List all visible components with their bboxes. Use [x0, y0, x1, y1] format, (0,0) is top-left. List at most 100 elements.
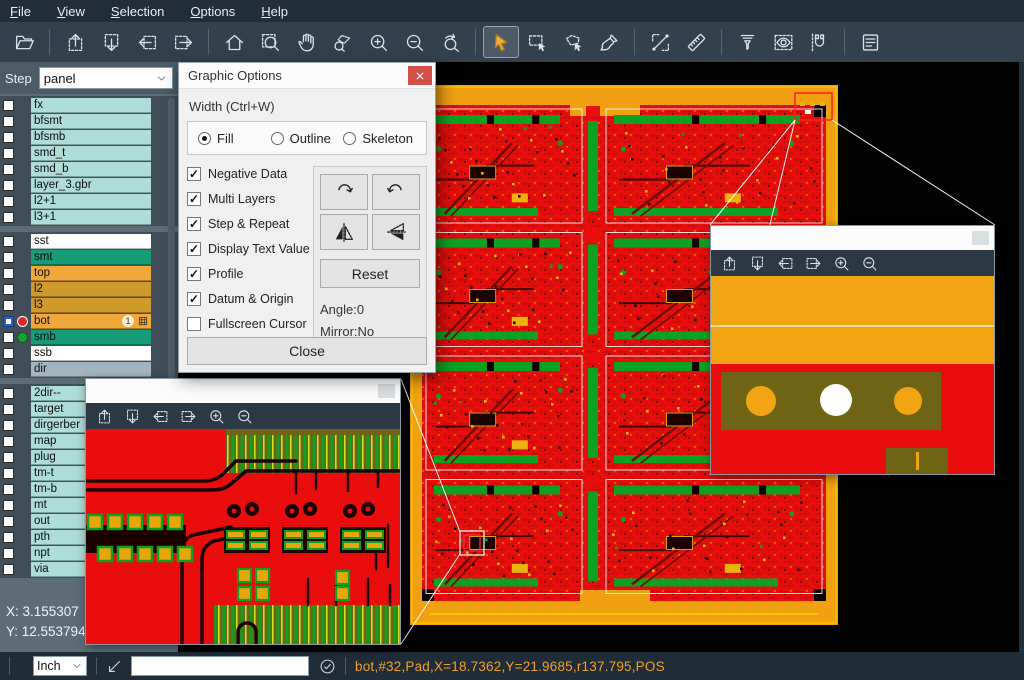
layer-chip-l2[interactable]: l2 — [31, 282, 151, 297]
snap-button[interactable] — [802, 27, 836, 57]
radio-outline[interactable]: Outline — [271, 131, 344, 146]
zoom-previous-button[interactable] — [433, 27, 467, 57]
rotate-cw-button[interactable] — [320, 174, 368, 210]
pan-down-button[interactable] — [94, 27, 128, 57]
pan-down-button[interactable] — [744, 252, 770, 274]
zoom-in-button[interactable] — [828, 252, 854, 274]
pan-up-button[interactable] — [91, 405, 117, 427]
clean-button[interactable] — [592, 27, 626, 57]
checkbox[interactable]: ✓ — [187, 267, 201, 281]
filter-button[interactable] — [730, 27, 764, 57]
poly-select-button[interactable] — [556, 27, 590, 57]
layer-checkbox[interactable] — [3, 148, 14, 159]
layer-chip-dir[interactable]: dir — [31, 362, 151, 377]
checkbox[interactable]: ✓ — [187, 192, 201, 206]
magnifier-1-window-button[interactable] — [378, 384, 395, 398]
layer-chip-smb[interactable]: smb — [31, 330, 151, 345]
layer-checkbox[interactable] — [3, 316, 14, 327]
radio-skeleton[interactable]: Skeleton — [343, 131, 416, 146]
layer-checkbox[interactable] — [3, 300, 14, 311]
canvas-scrollbar[interactable] — [1019, 62, 1024, 652]
zoom-out-button[interactable] — [231, 405, 257, 427]
magnifier-2-window-button[interactable] — [972, 231, 989, 245]
layer-checkbox[interactable] — [3, 532, 14, 543]
menu-selection[interactable]: Selection — [111, 4, 164, 19]
pan-right-button[interactable] — [800, 252, 826, 274]
rect-select-button[interactable] — [520, 27, 554, 57]
zoom-out-button[interactable] — [397, 27, 431, 57]
menu-help[interactable]: Help — [261, 4, 288, 19]
magnifier-2-view[interactable] — [711, 276, 994, 474]
layer-checkbox[interactable] — [3, 180, 14, 191]
layer-checkbox[interactable] — [3, 116, 14, 127]
step-select[interactable]: panel — [39, 67, 173, 89]
layer-chip-bfsmb[interactable]: bfsmb — [31, 130, 151, 145]
layer-chip-l2+1[interactable]: l2+1 — [31, 194, 151, 209]
checkbox[interactable]: ✓ — [187, 167, 201, 181]
radio-fill[interactable]: Fill — [198, 131, 271, 146]
checkbox[interactable]: ✓ — [187, 242, 201, 256]
layer-chip-l3+1[interactable]: l3+1 — [31, 210, 151, 225]
layer-checkbox[interactable] — [3, 436, 14, 447]
checkbox-row-profile[interactable]: ✓Profile — [187, 266, 311, 282]
checkbox-row-datum-origin[interactable]: ✓Datum & Origin — [187, 291, 311, 307]
checkbox-row-display-text-value[interactable]: ✓Display Text Value — [187, 241, 311, 257]
menu-view[interactable]: View — [57, 4, 85, 19]
layer-chip-top[interactable]: top — [31, 266, 151, 281]
zoom-in-button[interactable] — [203, 405, 229, 427]
dialog-close-button[interactable] — [408, 66, 432, 85]
reset-button[interactable]: Reset — [320, 259, 420, 288]
layer-checkbox[interactable] — [3, 404, 14, 415]
magnifier-1-titlebar[interactable] — [86, 379, 400, 403]
layer-checkbox[interactable] — [3, 364, 14, 375]
pan-up-button[interactable] — [58, 27, 92, 57]
menu-file[interactable]: File — [10, 4, 31, 19]
mirror-horizontal-button[interactable] — [320, 214, 368, 250]
layer-chip-smd_t[interactable]: smd_t — [31, 146, 151, 161]
pan-hand-button[interactable] — [289, 27, 323, 57]
layer-checkbox[interactable] — [3, 252, 14, 263]
menu-options[interactable]: Options — [190, 4, 235, 19]
layer-checkbox[interactable] — [3, 284, 14, 295]
home-button[interactable] — [217, 27, 251, 57]
layer-checkbox[interactable] — [3, 500, 14, 511]
mirror-vertical-button[interactable] — [372, 214, 420, 250]
layer-checkbox[interactable] — [3, 468, 14, 479]
magnifier-window-1[interactable] — [85, 378, 401, 645]
magnifier-2-titlebar[interactable] — [711, 226, 994, 250]
dialog-titlebar[interactable]: Graphic Options — [179, 63, 435, 89]
checkbox[interactable]: ✓ — [187, 217, 201, 231]
pan-down-button[interactable] — [119, 405, 145, 427]
zoom-object-button[interactable] — [325, 27, 359, 57]
layer-chip-bfsmt[interactable]: bfsmt — [31, 114, 151, 129]
ruler-button[interactable] — [679, 27, 713, 57]
zoom-window-button[interactable] — [253, 27, 287, 57]
checkbox[interactable]: ✓ — [187, 292, 201, 306]
layer-checkbox[interactable] — [3, 484, 14, 495]
radio-button[interactable] — [198, 132, 211, 145]
layer-chip-bot[interactable]: bot1 — [31, 314, 151, 329]
command-input[interactable] — [131, 656, 309, 676]
pan-left-button[interactable] — [130, 27, 164, 57]
layer-checkbox[interactable] — [3, 236, 14, 247]
layer-checkbox[interactable] — [3, 332, 14, 343]
layer-chip-sst[interactable]: sst — [31, 234, 151, 249]
layer-checkbox[interactable] — [3, 548, 14, 559]
checkbox[interactable] — [187, 317, 201, 331]
layer-checkbox[interactable] — [3, 348, 14, 359]
open-button[interactable] — [7, 27, 41, 57]
pan-up-button[interactable] — [716, 252, 742, 274]
zoom-in-button[interactable] — [361, 27, 395, 57]
select-cursor-button[interactable] — [484, 27, 518, 57]
layer-checkbox[interactable] — [3, 164, 14, 175]
check-circle-icon[interactable] — [319, 658, 336, 675]
view-options-button[interactable] — [766, 27, 800, 57]
pan-left-button[interactable] — [772, 252, 798, 274]
layer-chip-fx[interactable]: fx — [31, 98, 151, 113]
layer-chip-smt[interactable]: smt — [31, 250, 151, 265]
layer-checkbox[interactable] — [3, 452, 14, 463]
pan-right-button[interactable] — [166, 27, 200, 57]
layer-checkbox[interactable] — [3, 132, 14, 143]
measure-button[interactable] — [643, 27, 677, 57]
radio-button[interactable] — [343, 132, 356, 145]
